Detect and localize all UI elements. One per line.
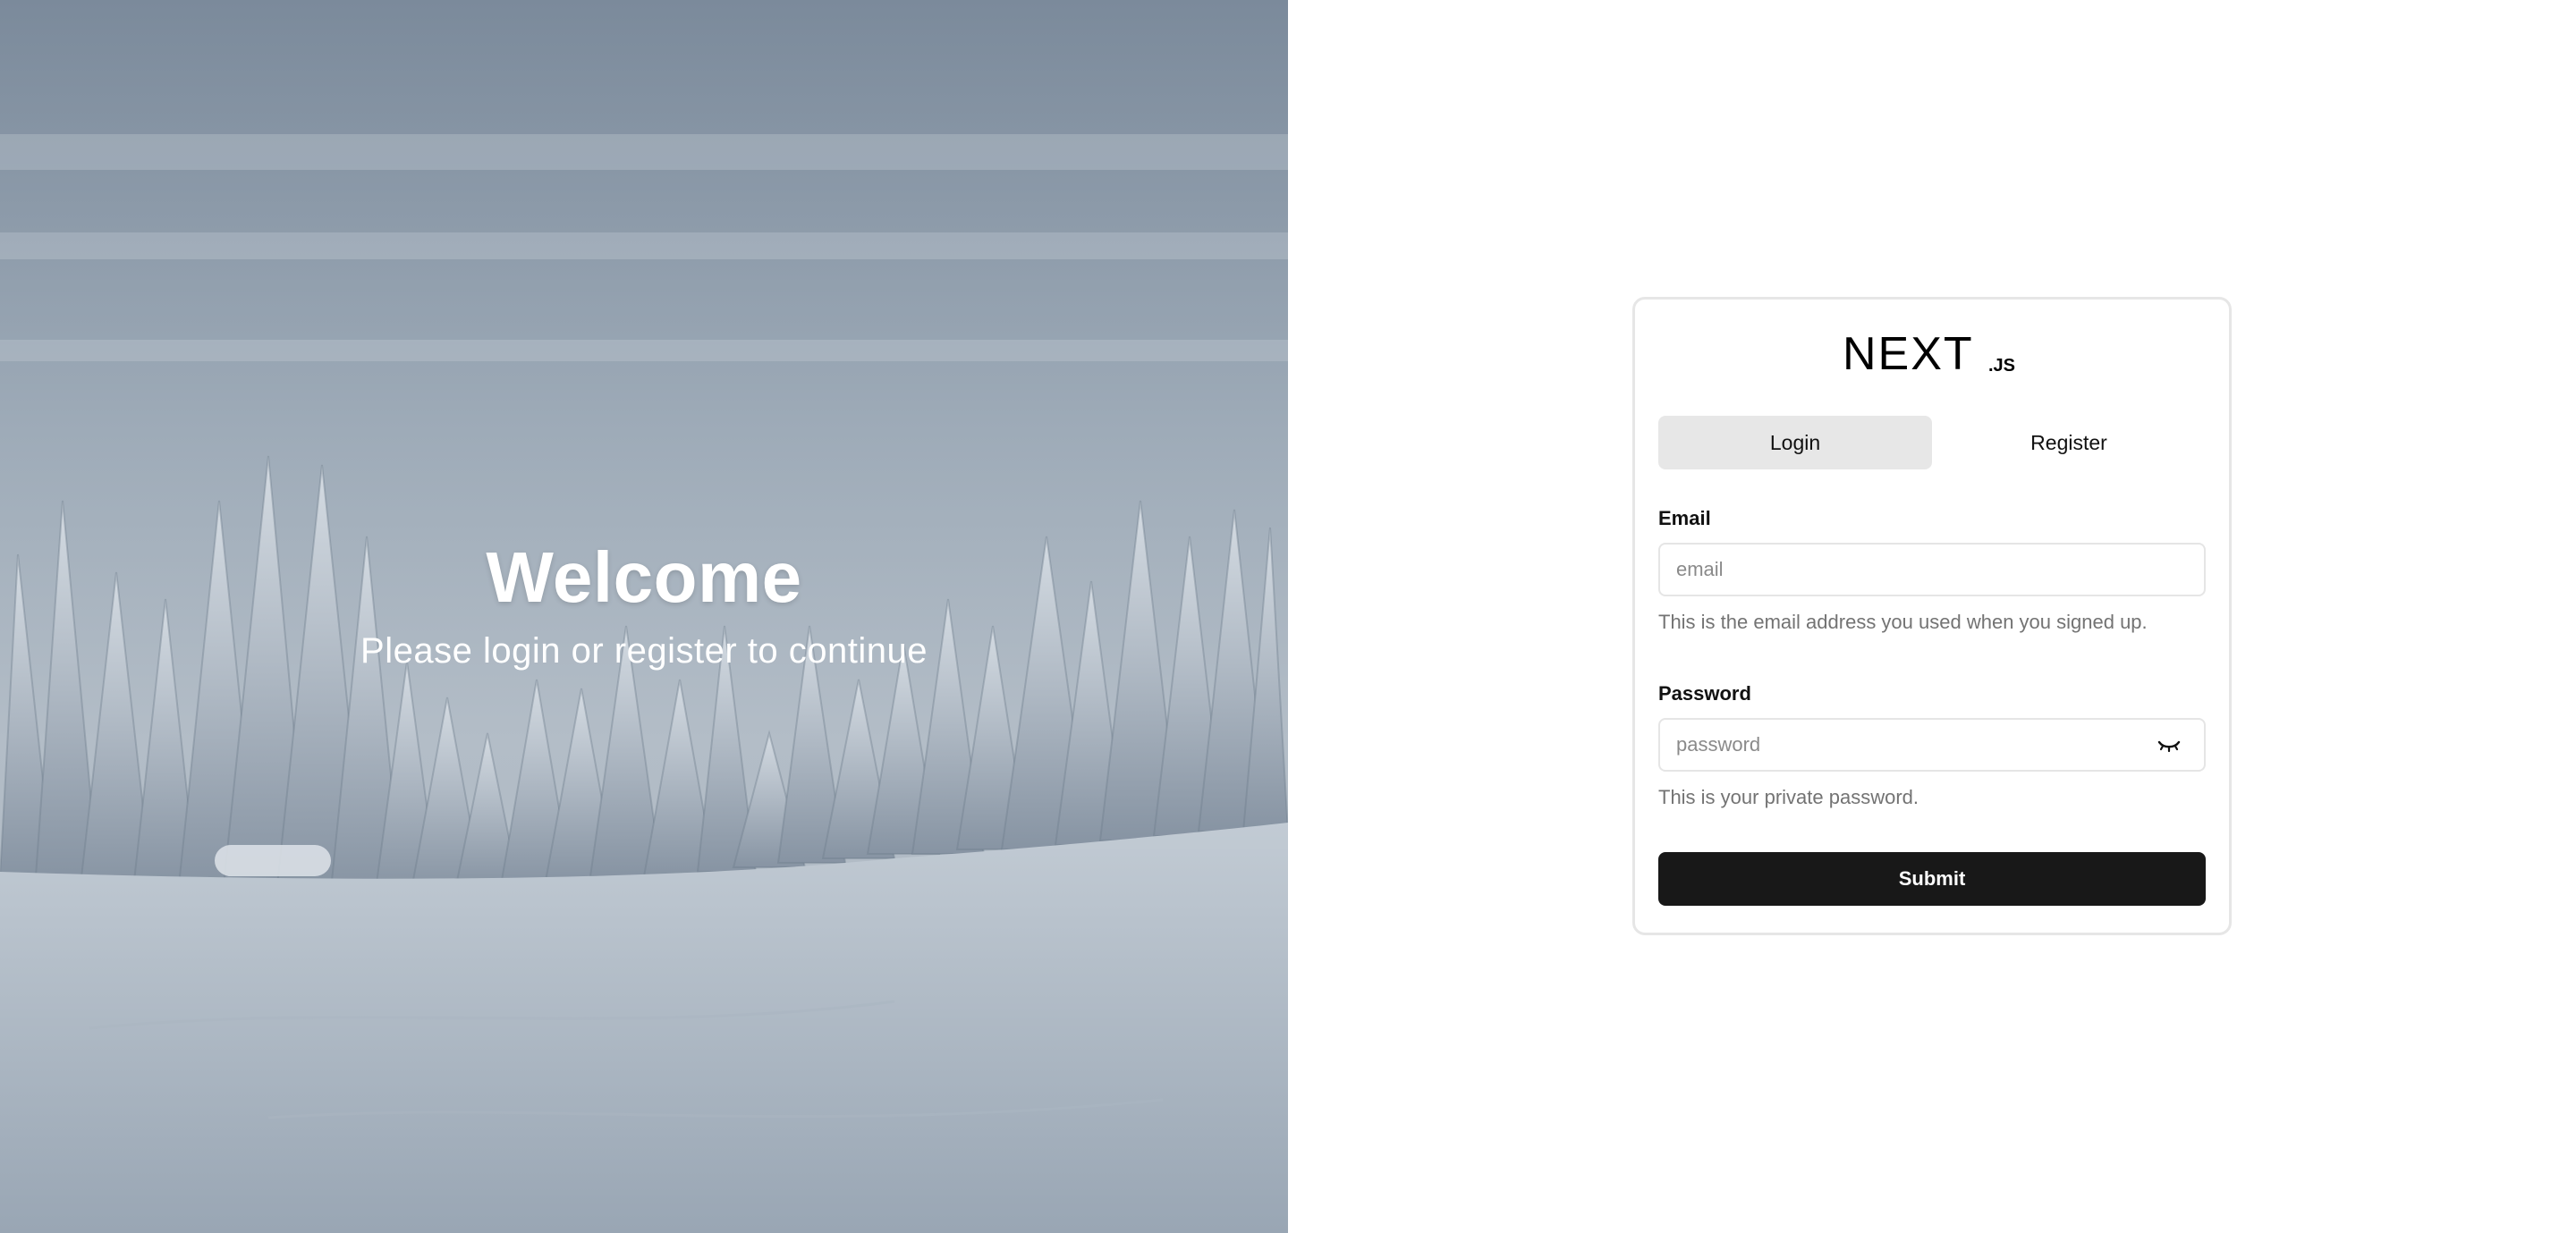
hero-subtitle: Please login or register to continue	[360, 631, 928, 671]
hero-panel: Welcome Please login or register to cont…	[0, 0, 1288, 1233]
submit-button[interactable]: Submit	[1658, 852, 2206, 906]
password-label: Password	[1658, 682, 1751, 705]
password-input-wrapper	[1658, 718, 2206, 772]
password-input[interactable]	[1660, 720, 2204, 770]
nextjs-logo: NEXT .JS	[1658, 326, 2206, 376]
hero-title: Welcome	[486, 537, 802, 617]
email-label: Email	[1658, 507, 1711, 529]
auth-panel: NEXT .JS Login Register Email This is th…	[1288, 0, 2576, 1233]
eye-closed-icon[interactable]	[2157, 736, 2181, 754]
tab-register[interactable]: Register	[1932, 416, 2206, 469]
hero-text: Welcome Please login or register to cont…	[0, 536, 1288, 671]
logo-suffix: .JS	[1988, 356, 2015, 376]
nextjs-logo-mark: NEXT .JS	[1843, 332, 2015, 376]
email-hint: This is the email address you used when …	[1658, 611, 2148, 633]
logo-text: NEXT	[1843, 332, 1974, 376]
password-hint: This is your private password.	[1658, 786, 1919, 808]
auth-card: NEXT .JS Login Register Email This is th…	[1632, 297, 2232, 935]
email-input-wrapper	[1658, 543, 2206, 596]
email-input[interactable]	[1660, 545, 2204, 595]
auth-tabs: Login Register	[1658, 416, 2206, 469]
tab-login[interactable]: Login	[1658, 416, 1932, 469]
